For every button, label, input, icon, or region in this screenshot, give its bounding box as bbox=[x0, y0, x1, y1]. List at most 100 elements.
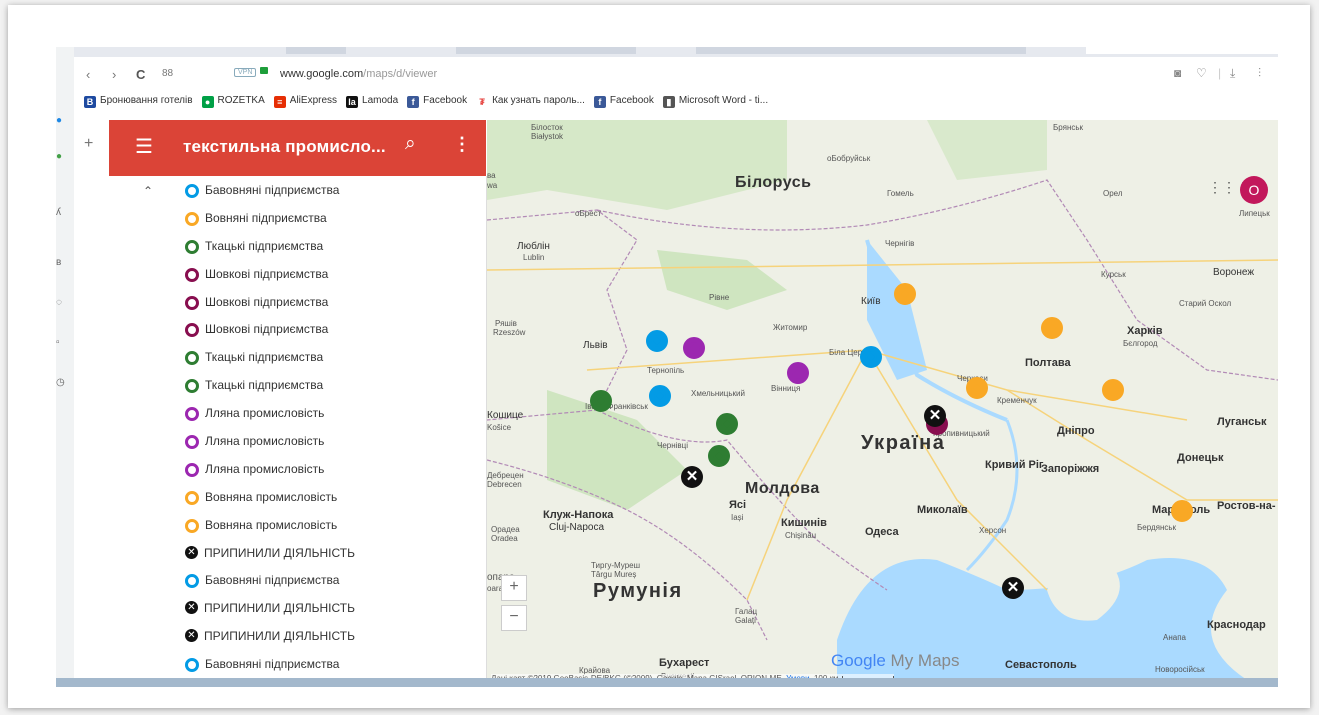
bookmark-label: Бронювання готелів bbox=[100, 95, 193, 106]
download-icon[interactable]: ⤓ bbox=[1230, 66, 1235, 81]
layer-label: ПРИПИНИЛИ ДІЯЛЬНІСТЬ bbox=[204, 601, 355, 616]
map-pin-cotton[interactable] bbox=[649, 385, 671, 407]
layer-item[interactable]: Шовкові підприємства bbox=[185, 322, 355, 350]
layer-item[interactable]: Вовняна промисловість bbox=[185, 518, 355, 546]
zoom-out-button[interactable]: − bbox=[501, 605, 527, 631]
bookmark-label: Lamoda bbox=[362, 95, 399, 106]
map-label-city: Košice bbox=[487, 423, 512, 432]
map-label-city: Кременчук bbox=[997, 396, 1037, 405]
bookmark-icon: f bbox=[593, 96, 606, 108]
layer-item[interactable]: Ткацькі підприємства bbox=[185, 378, 355, 406]
screenshot-frame: ● ● ʎ ʙ ◌ ▫ ◷ ‹ › C 88 VPN www.google.co… bbox=[8, 5, 1310, 708]
map-pin-weaving[interactable] bbox=[590, 390, 612, 412]
map-title[interactable]: текстильна промисло... bbox=[183, 137, 386, 157]
menu-icon[interactable]: ⫶ bbox=[1258, 66, 1261, 81]
map-pin-wool[interactable] bbox=[1171, 500, 1193, 522]
camera-icon[interactable]: ◙ bbox=[1174, 66, 1181, 80]
map-pin-closed[interactable]: ✕ bbox=[1002, 577, 1024, 599]
layer-marker-icon bbox=[185, 435, 199, 450]
map-label-country: Румунія bbox=[593, 580, 683, 602]
layer-list: Бавовняні підприємства Вовняні підприємст… bbox=[185, 183, 355, 685]
sidebar-icon[interactable]: ʎ bbox=[56, 207, 61, 218]
map-label-city: Запоріжжя bbox=[1041, 463, 1100, 475]
map-pin-closed[interactable]: ✕ bbox=[681, 466, 703, 488]
map-pin-wool[interactable] bbox=[1041, 317, 1063, 339]
sidebar-icon[interactable]: ◷ bbox=[56, 377, 65, 388]
sidebar-icon[interactable]: ● bbox=[56, 115, 62, 126]
layer-item[interactable]: Бавовняні підприємства bbox=[185, 183, 355, 211]
bookmark-item[interactable]: la Lamoda bbox=[346, 95, 398, 108]
map-label-city: Брянськ bbox=[1053, 123, 1084, 132]
closed-marker-icon: ✕ bbox=[185, 545, 198, 559]
bookmark-item[interactable]: ● ROZETKA bbox=[201, 95, 265, 108]
map-pin-weaving[interactable] bbox=[716, 413, 738, 435]
sidebar-icon[interactable]: ● bbox=[56, 151, 62, 162]
reload-button[interactable]: C bbox=[136, 67, 145, 82]
layer-item[interactable]: ✕ ПРИПИНИЛИ ДІЯЛЬНІСТЬ bbox=[185, 545, 355, 574]
map-label-city: Воронеж bbox=[1213, 267, 1255, 278]
layer-item[interactable]: Вовняна промисловість bbox=[185, 490, 355, 518]
map-pin-linen[interactable] bbox=[787, 362, 809, 384]
layer-item[interactable]: ✕ ПРИПИНИЛИ ДІЯЛЬНІСТЬ bbox=[185, 601, 355, 629]
sidebar-icon[interactable]: ʙ bbox=[56, 257, 61, 268]
bookmark-label: Facebook bbox=[423, 95, 468, 106]
layer-item[interactable]: Лляна промисловість bbox=[185, 406, 355, 434]
layer-item[interactable]: Ткацькі підприємства bbox=[185, 350, 355, 378]
layer-item[interactable]: Лляна промисловість bbox=[185, 434, 355, 462]
sidebar-icon[interactable]: ▫ bbox=[56, 337, 60, 348]
bookmark-item[interactable]: f Facebook bbox=[407, 95, 467, 108]
map-pin-linen[interactable] bbox=[683, 337, 705, 359]
speed-dial-button[interactable]: 88 bbox=[162, 68, 173, 79]
bookmark-label: Как узнать пароль... bbox=[492, 95, 585, 106]
map-label-city: Бухарест bbox=[659, 657, 710, 669]
map-canvas[interactable]: Білосток Białystok ва wa оБрест Люблін L… bbox=[487, 120, 1278, 687]
map-pin-wool[interactable] bbox=[894, 283, 916, 305]
layer-marker-icon bbox=[185, 351, 199, 366]
map-pin-cotton[interactable] bbox=[646, 330, 668, 352]
avatar[interactable]: O bbox=[1240, 176, 1268, 204]
taskbar bbox=[56, 678, 1278, 687]
map-label-city: Гомель bbox=[887, 189, 914, 198]
layer-item[interactable]: Шовкові підприємства bbox=[185, 267, 355, 295]
map-pin-closed[interactable]: ✕ bbox=[924, 405, 946, 427]
bookmark-item[interactable]: ≡ AliExpress bbox=[273, 95, 337, 108]
layer-label: Бавовняні підприємства bbox=[205, 573, 340, 588]
layer-label: Шовкові підприємства bbox=[205, 294, 329, 309]
bookmark-item[interactable]: ₮ Как узнать пароль... bbox=[476, 95, 585, 108]
new-tab-plus-icon[interactable]: + bbox=[84, 135, 93, 153]
brand-my-maps: My Maps bbox=[885, 651, 960, 670]
map-label-city: Chișinău bbox=[785, 531, 817, 540]
back-button[interactable]: ‹ bbox=[86, 67, 90, 82]
map-label-city: Полтава bbox=[1025, 357, 1071, 369]
map-label-city: Львів bbox=[583, 340, 608, 351]
zoom-in-button[interactable]: + bbox=[501, 575, 527, 601]
forward-button[interactable]: › bbox=[112, 67, 116, 82]
map-label-city: Oradea bbox=[491, 534, 518, 543]
layer-item[interactable]: Бавовняні підприємства bbox=[185, 573, 355, 601]
map-label-city: Херсон bbox=[979, 526, 1007, 535]
map-label-city: Новоросійськ bbox=[1155, 665, 1205, 674]
layer-item[interactable]: Шовкові підприємства bbox=[185, 295, 355, 323]
layer-item[interactable]: ✕ ПРИПИНИЛИ ДІЯЛЬНІСТЬ bbox=[185, 629, 355, 657]
vpn-badge[interactable]: VPN bbox=[234, 68, 257, 77]
hamburger-menu-icon[interactable]: ☰ bbox=[135, 134, 153, 159]
map-label-city: Хмельницький bbox=[691, 389, 745, 398]
more-options-icon[interactable]: ⋮ bbox=[453, 134, 471, 155]
url-field[interactable]: www.google.com/maps/d/viewer bbox=[280, 68, 437, 80]
bookmark-item[interactable]: ▮ Microsoft Word - ti... bbox=[662, 95, 768, 108]
map-pin-wool[interactable] bbox=[966, 377, 988, 399]
map-pin-wool[interactable] bbox=[1102, 379, 1124, 401]
map-pin-cotton[interactable] bbox=[860, 346, 882, 368]
collapse-chevron-icon[interactable]: ⌃ bbox=[143, 184, 153, 198]
map-pin-weaving[interactable] bbox=[708, 445, 730, 467]
bookmark-item[interactable]: B Бронювання готелів bbox=[84, 95, 193, 108]
layer-item[interactable]: Вовняні підприємства bbox=[185, 211, 355, 239]
layer-marker-icon bbox=[185, 407, 199, 422]
bookmark-item[interactable]: f Facebook bbox=[593, 95, 654, 108]
layer-label: Ткацькі підприємства bbox=[205, 378, 324, 393]
search-icon[interactable]: ⌕ bbox=[405, 133, 416, 155]
layer-item[interactable]: Ткацькі підприємства bbox=[185, 239, 355, 267]
heart-icon[interactable]: ♡ bbox=[1196, 66, 1207, 80]
sidebar-icon[interactable]: ◌ bbox=[56, 297, 62, 308]
layer-item[interactable]: Лляна промисловість bbox=[185, 462, 355, 490]
